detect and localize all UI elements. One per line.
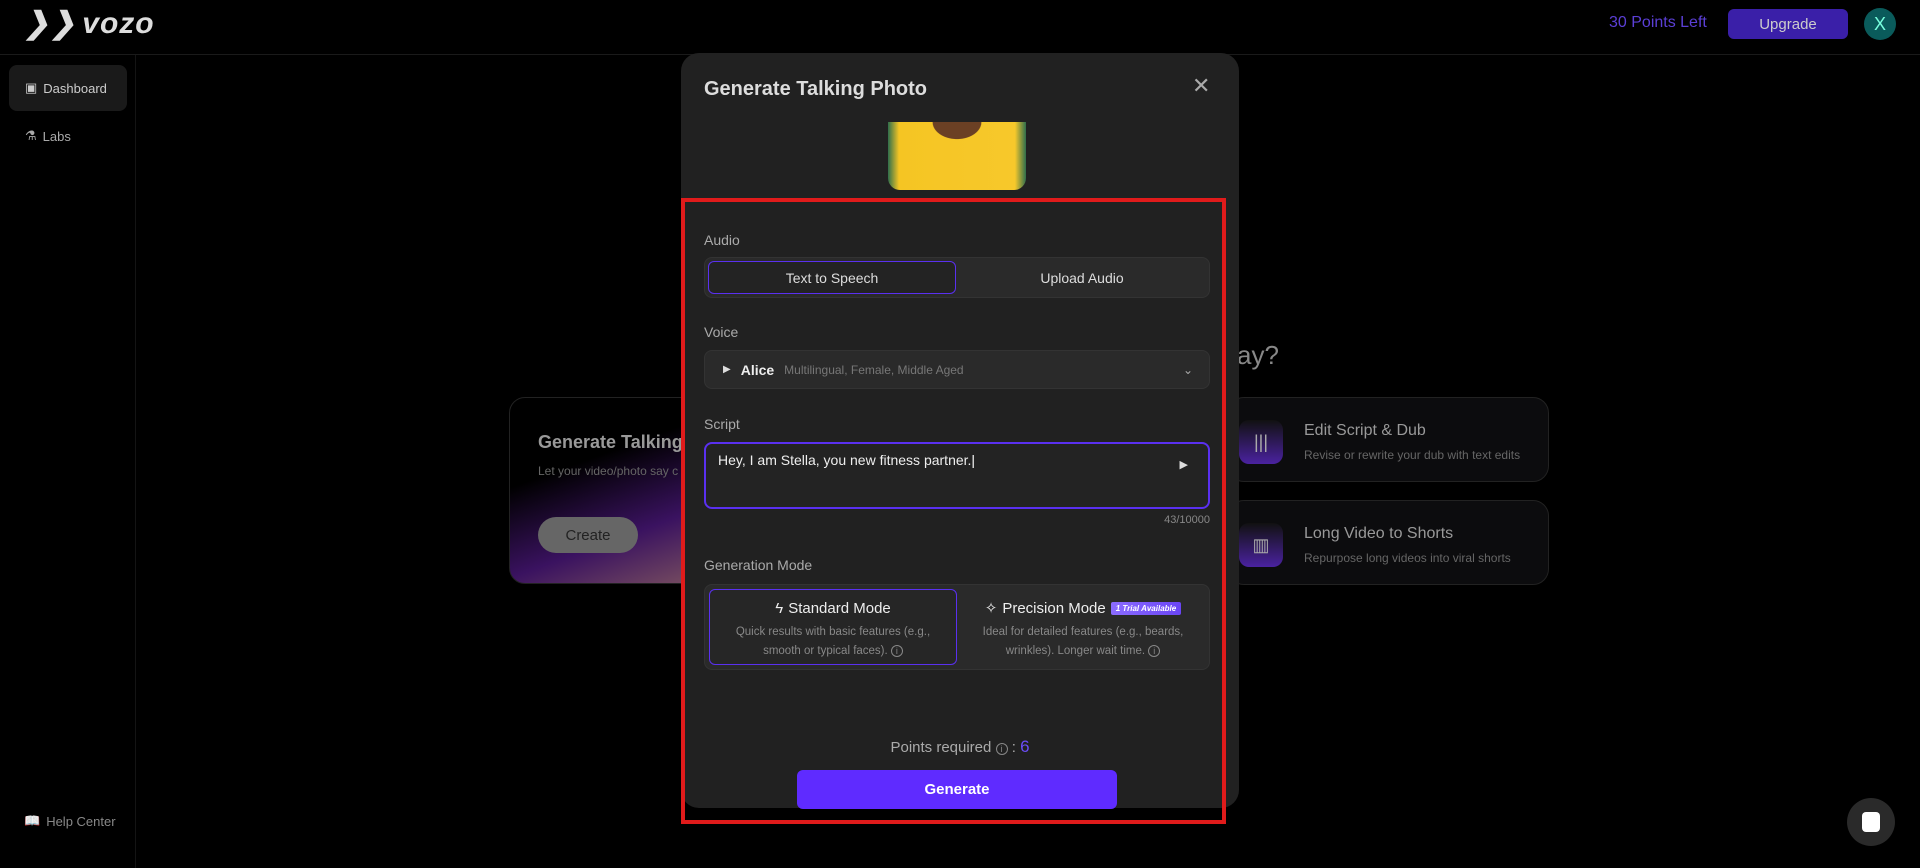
create-button[interactable]: Create bbox=[538, 517, 638, 553]
background-heading: ay? bbox=[1237, 340, 1279, 370]
top-header: ❯❯ vozo 30 Points Left Upgrade X bbox=[0, 0, 1920, 55]
points-left: 30 Points Left bbox=[1609, 14, 1707, 31]
layout-icon: ▣ bbox=[25, 80, 38, 95]
card-title: Edit Script & Dub bbox=[1304, 422, 1426, 439]
card-subtitle: Revise or rewrite your dub with text edi… bbox=[1304, 448, 1521, 462]
card-title: Generate Talking V bbox=[538, 432, 700, 452]
sidebar-item-labs[interactable]: ⚗ Labs bbox=[9, 113, 127, 159]
waveform-icon: ||| bbox=[1239, 420, 1283, 464]
avatar[interactable]: X bbox=[1864, 8, 1896, 40]
close-icon[interactable]: ✕ bbox=[1192, 73, 1210, 99]
highlight-box bbox=[681, 198, 1226, 824]
modal-title: Generate Talking Photo bbox=[704, 78, 927, 100]
upgrade-button[interactable]: Upgrade bbox=[1728, 9, 1848, 39]
card-title: Long Video to Shorts bbox=[1304, 525, 1454, 542]
help-center-link[interactable]: 📖 Help Center bbox=[24, 813, 116, 829]
uploaded-photo bbox=[888, 122, 1026, 190]
chat-support-button[interactable] bbox=[1847, 798, 1895, 846]
chat-icon bbox=[1862, 812, 1880, 832]
sidebar: ▣ Dashboard ⚗ Labs bbox=[0, 55, 136, 868]
long-video-shorts-card[interactable]: ▥ Long Video to Shorts Repurpose long vi… bbox=[1228, 500, 1549, 585]
card-subtitle: Repurpose long videos into viral shorts bbox=[1304, 551, 1511, 565]
logo-chevron-icon: ❯❯ bbox=[24, 7, 77, 40]
sidebar-item-dashboard[interactable]: ▣ Dashboard bbox=[9, 65, 127, 111]
edit-script-dub-card[interactable]: ||| Edit Script & Dub Revise or rewrite … bbox=[1228, 397, 1549, 482]
film-icon: ▥ bbox=[1239, 523, 1283, 567]
flask-icon: ⚗ bbox=[25, 128, 37, 143]
card-subtitle: Let your video/photo say c bbox=[538, 464, 679, 478]
generate-talking-card[interactable]: Generate Talking V Let your video/photo … bbox=[509, 397, 709, 584]
vozo-logo[interactable]: ❯❯ vozo bbox=[24, 6, 155, 41]
book-icon: 📖 bbox=[24, 813, 41, 828]
